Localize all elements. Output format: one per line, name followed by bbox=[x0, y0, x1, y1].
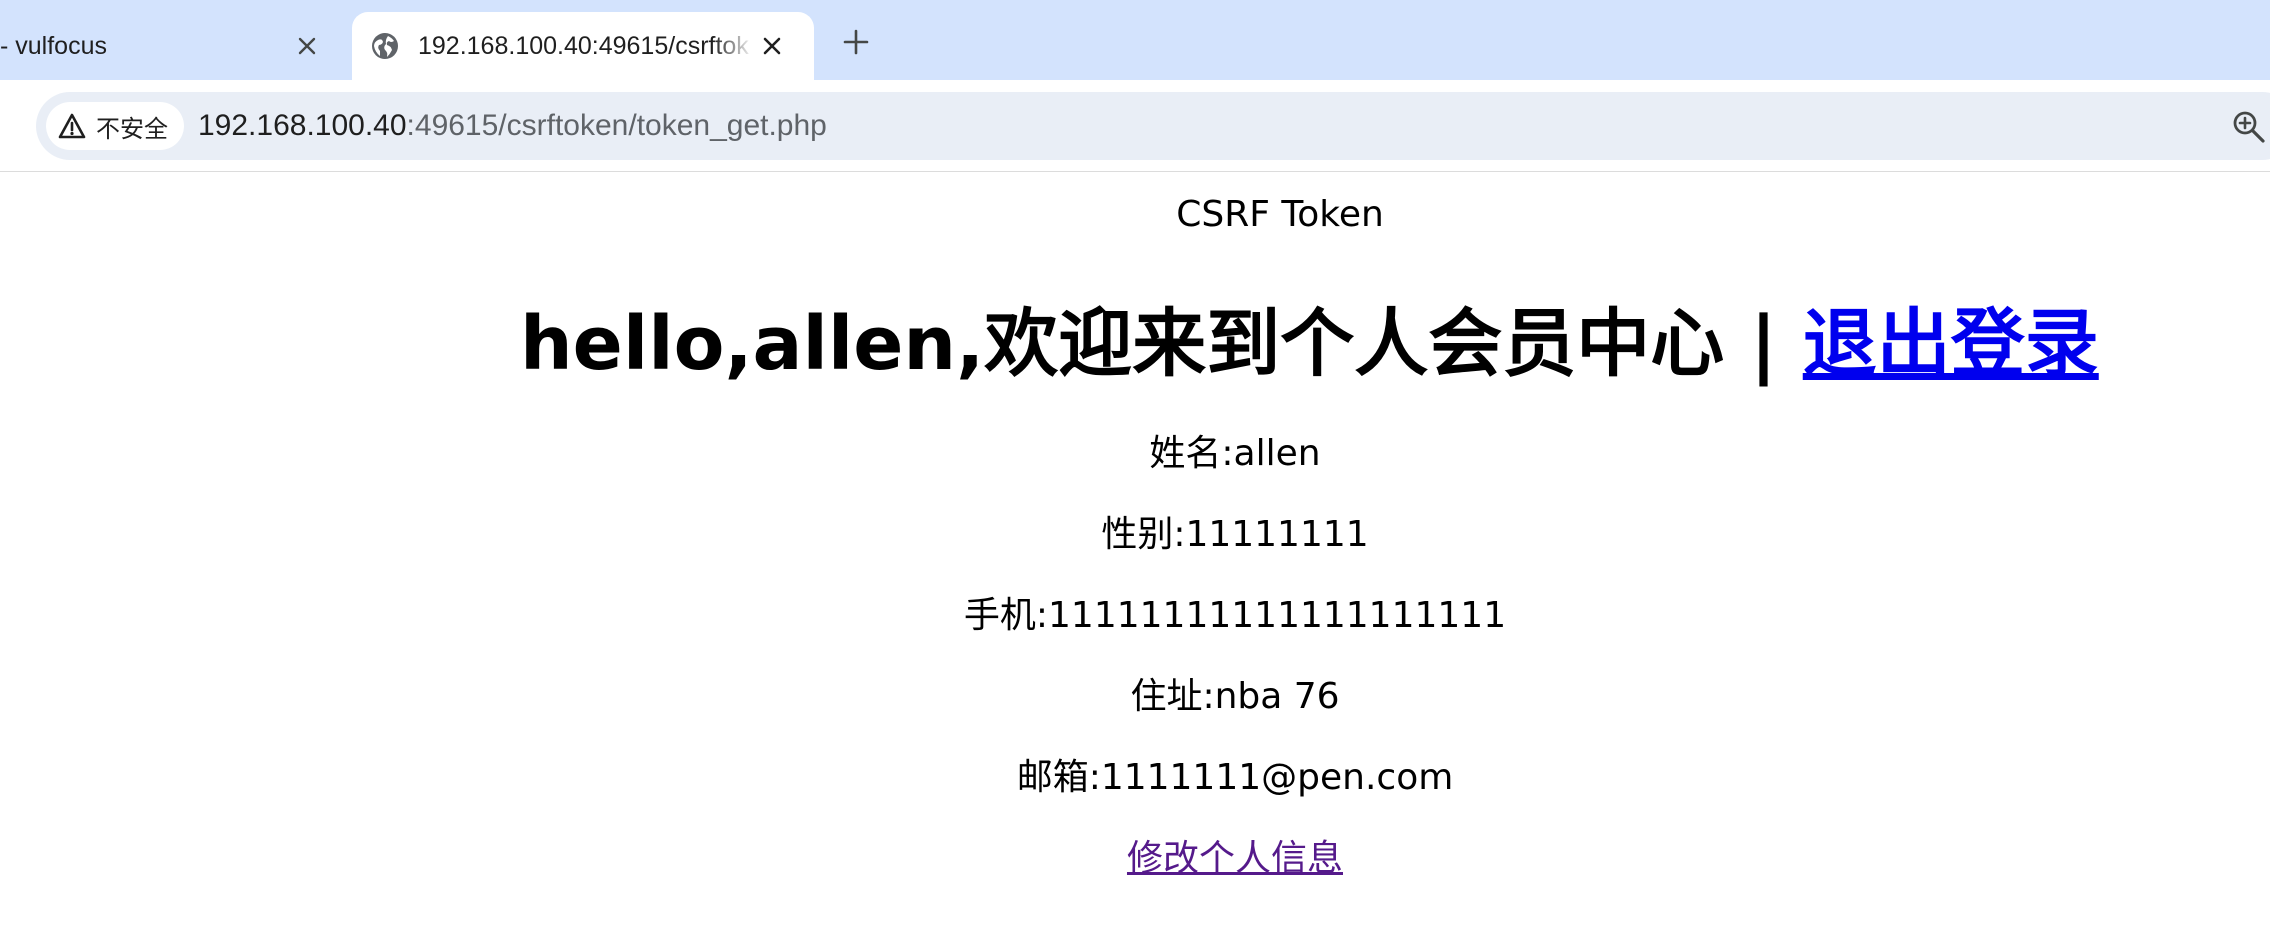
security-chip-label: 不安全 bbox=[96, 115, 168, 143]
url-text[interactable]: 192.168.100.40:49615/csrftoken/token_get… bbox=[198, 109, 827, 143]
edit-profile-link[interactable]: 修改个人信息 bbox=[1127, 838, 1343, 879]
profile-email: 邮箱:1111111@pen.com bbox=[1016, 757, 1454, 798]
tab-csrf-token[interactable]: 192.168.100.40:49615/csrftok bbox=[352, 12, 814, 80]
url-path: :49615/csrftoken/token_get.php bbox=[406, 109, 827, 142]
welcome-text: hello,allen,欢迎来到个人会员中心 | bbox=[520, 301, 1803, 387]
browser-toolbar: 不安全 192.168.100.40:49615/csrftoken/token… bbox=[0, 80, 2270, 172]
welcome-heading: hello,allen,欢迎来到个人会员中心 | 退出登录 bbox=[520, 284, 2099, 391]
logout-link[interactable]: 退出登录 bbox=[1803, 301, 2099, 387]
edit-profile-row: 修改个人信息 bbox=[0, 829, 2270, 881]
tab-strip: - vulfocus 192.168.100.40:49615/csrftok bbox=[0, 0, 2270, 80]
url-host: 192.168.100.40 bbox=[198, 109, 407, 142]
tab-title: 192.168.100.40:49615/csrftok bbox=[418, 31, 753, 61]
new-tab-button[interactable] bbox=[836, 22, 876, 62]
page-title: CSRF Token bbox=[1176, 194, 1384, 235]
globe-icon bbox=[370, 31, 400, 61]
security-chip[interactable]: 不安全 bbox=[46, 102, 184, 150]
zoom-in-icon[interactable] bbox=[2232, 110, 2266, 144]
profile-phone: 手机:11111111111111111111 bbox=[963, 595, 1507, 636]
page-content: CSRF Token hello,allen,欢迎来到个人会员中心 | 退出登录… bbox=[0, 172, 2270, 926]
profile-name: 姓名:allen bbox=[1149, 433, 1321, 474]
tab-vulfocus[interactable]: - vulfocus bbox=[0, 12, 350, 80]
close-icon[interactable] bbox=[757, 31, 787, 61]
warning-icon bbox=[58, 113, 86, 139]
profile-address: 住址:nba 76 bbox=[1130, 676, 1340, 717]
plus-icon bbox=[843, 29, 869, 55]
tab-title: - vulfocus bbox=[0, 31, 107, 60]
profile-sex: 性别:11111111 bbox=[1101, 514, 1369, 555]
address-bar[interactable]: 不安全 192.168.100.40:49615/csrftoken/token… bbox=[36, 92, 2270, 160]
close-icon[interactable] bbox=[292, 31, 322, 61]
